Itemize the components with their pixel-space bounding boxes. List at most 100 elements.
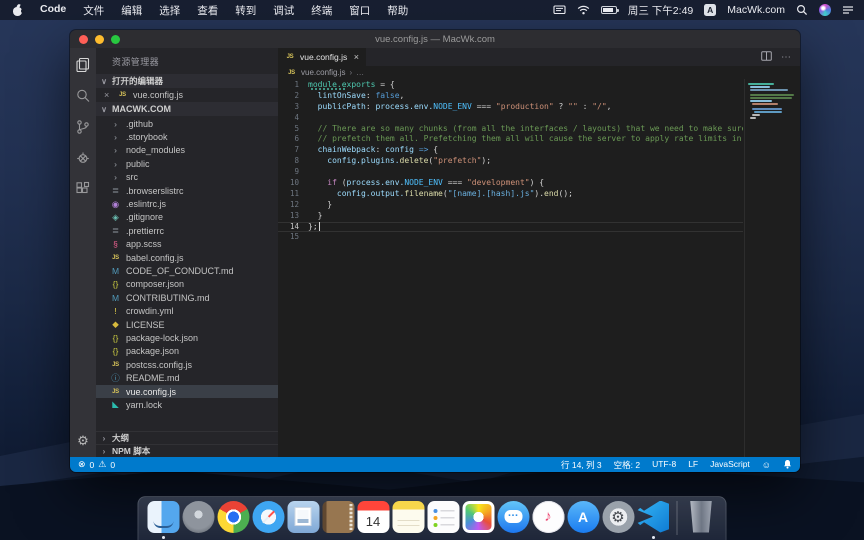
dock-photos-icon[interactable] [462, 501, 495, 536]
file-item-public[interactable]: ›public [96, 157, 278, 170]
apple-menu-icon[interactable] [12, 4, 23, 17]
close-window-button[interactable] [79, 35, 88, 44]
file-item-babel.config.js[interactable]: JSbabel.config.js [96, 251, 278, 264]
settings-gear-icon[interactable]: ⚙ [70, 433, 96, 449]
dock-system-preferences-icon[interactable]: ⚙ [602, 501, 635, 536]
feedback-smiley-icon[interactable]: ☺ [762, 460, 771, 470]
more-actions-icon[interactable]: ⋯ [781, 52, 792, 63]
search-icon[interactable] [74, 87, 92, 105]
explorer-icon[interactable] [74, 56, 92, 74]
tab-vue-config-js[interactable]: JS vue.config.js × [278, 48, 366, 66]
status-item[interactable]: 空格: 2 [614, 459, 640, 471]
code-line-5: 5 // There are so many chunks (from all … [278, 124, 743, 135]
file-item-package-lock.json[interactable]: {}package-lock.json [96, 331, 278, 344]
minimap[interactable] [744, 79, 800, 457]
dock-reminders-icon[interactable] [427, 501, 460, 536]
menu-item-查看[interactable]: 查看 [197, 3, 218, 18]
dock-trash-icon[interactable] [685, 501, 718, 536]
menu-bar: Code 文件 编辑 选择 查看 转到 调试 终端 窗口 帮助 周三 下午2:49 A MacWk… [0, 0, 864, 20]
dock-mail-icon[interactable] [287, 501, 320, 536]
extensions-icon[interactable] [74, 180, 92, 198]
status-item[interactable]: 行 14, 列 3 [561, 459, 602, 471]
file-item-crowdin.yml[interactable]: !crowdin.yml [96, 304, 278, 317]
dock-appstore-icon[interactable]: A [567, 501, 600, 536]
yml-file-icon: ! [110, 306, 121, 316]
status-item[interactable]: UTF-8 [652, 459, 676, 471]
open-editors-header[interactable]: ∨ 打开的编辑器 [96, 74, 278, 88]
file-item-composer.json[interactable]: {}composer.json [96, 278, 278, 291]
notification-center-icon[interactable] [842, 5, 854, 15]
close-tab-icon[interactable]: × [354, 52, 359, 62]
menu-brand[interactable]: MacWk.com [727, 4, 785, 16]
battery-icon[interactable] [601, 6, 617, 14]
file-item-.storybook[interactable]: ›.storybook [96, 130, 278, 143]
file-item-vue.config.js[interactable]: JSvue.config.js [96, 385, 278, 398]
file-item-.gitignore[interactable]: ◈.gitignore [96, 211, 278, 224]
file-item-node_modules[interactable]: ›node_modules [96, 144, 278, 157]
menu-item-窗口[interactable]: 窗口 [349, 3, 370, 18]
input-method-icon[interactable]: A [704, 4, 716, 16]
code-editor[interactable]: 1module.exports = {2 lintOnSave: false,3… [278, 79, 800, 457]
menu-clock[interactable]: 周三 下午2:49 [628, 3, 693, 18]
chevron-right-icon: › [110, 132, 121, 142]
npm-scripts-section-header[interactable]: › NPM 脚本 [96, 444, 278, 457]
dock-messages-icon[interactable]: … [497, 501, 530, 536]
siri-icon[interactable] [819, 4, 831, 16]
search-icon[interactable] [796, 4, 808, 16]
dock-notes-icon[interactable] [392, 501, 425, 536]
dock-safari-icon[interactable] [252, 501, 285, 536]
window-titlebar[interactable]: vue.config.js — MacWk.com [70, 30, 800, 48]
file-item-.eslintrc.js[interactable]: ◉.eslintrc.js [96, 197, 278, 210]
project-root-header[interactable]: ∨ MACWK.COM [96, 102, 278, 116]
appstore-glyph: A [578, 509, 588, 525]
file-item-src[interactable]: ›src [96, 171, 278, 184]
problems-indicator[interactable]: ⊗ 0 ⚠ 0 [78, 459, 115, 470]
file-item-yarn.lock[interactable]: ◣yarn.lock [96, 398, 278, 411]
outline-section-header[interactable]: › 大纲 [96, 431, 278, 444]
close-icon[interactable]: × [104, 90, 112, 100]
split-editor-icon[interactable] [761, 48, 772, 66]
dock-calendar-icon[interactable]: 14 [357, 501, 390, 536]
license-file-icon: ◆ [110, 319, 121, 330]
dock-itunes-icon[interactable]: ♪ [532, 501, 565, 536]
menu-item-转到[interactable]: 转到 [235, 3, 256, 18]
dock-contacts-icon[interactable] [322, 501, 355, 536]
dock-chrome-icon[interactable] [217, 501, 250, 536]
file-item-README.md[interactable]: ⓘREADME.md [96, 371, 278, 384]
code-text: publicPath: process.env.NODE_ENV === "pr… [308, 102, 612, 113]
breadcrumb[interactable]: JS vue.config.js › … [278, 66, 800, 79]
debug-icon[interactable] [74, 149, 92, 167]
source-control-icon[interactable] [74, 118, 92, 136]
file-item-CONTRIBUTING.md[interactable]: MCONTRIBUTING.md [96, 291, 278, 304]
menu-item-Code[interactable]: Code [40, 3, 66, 18]
dock-launchpad-icon[interactable] [182, 501, 215, 536]
open-editor-item[interactable]: × JS vue.config.js [96, 88, 278, 102]
file-item-app.scss[interactable]: §app.scss [96, 238, 278, 251]
code-line-15: 15 [278, 232, 743, 243]
zoom-window-button[interactable] [111, 35, 120, 44]
bell-icon[interactable] [783, 459, 792, 471]
line-number: 4 [278, 113, 308, 124]
minimize-window-button[interactable] [95, 35, 104, 44]
status-item[interactable]: JavaScript [710, 459, 750, 471]
file-item-.github[interactable]: ›.github [96, 117, 278, 130]
line-number: 11 [278, 189, 308, 200]
notification-display-icon[interactable] [553, 5, 566, 16]
status-item[interactable]: LF [688, 459, 698, 471]
file-item-CODE_OF_CONDUCT.md[interactable]: MCODE_OF_CONDUCT.md [96, 264, 278, 277]
menu-item-文件[interactable]: 文件 [83, 3, 104, 18]
menu-item-选择[interactable]: 选择 [159, 3, 180, 18]
menu-item-调试[interactable]: 调试 [273, 3, 294, 18]
menu-item-终端[interactable]: 终端 [311, 3, 332, 18]
code-line-8: 8 config.plugins.delete("prefetch"); [278, 156, 743, 167]
file-item-.browserslistrc[interactable]: ≣.browserslistrc [96, 184, 278, 197]
wifi-icon[interactable] [577, 5, 590, 15]
menu-item-编辑[interactable]: 编辑 [121, 3, 142, 18]
file-item-.prettierrc[interactable]: ≣.prettierrc [96, 224, 278, 237]
file-item-package.json[interactable]: {}package.json [96, 345, 278, 358]
dock-finder-icon[interactable] [147, 501, 180, 536]
menu-item-帮助[interactable]: 帮助 [387, 3, 408, 18]
file-item-LICENSE[interactable]: ◆LICENSE [96, 318, 278, 331]
dock-vscode-icon[interactable] [637, 501, 670, 536]
file-item-postcss.config.js[interactable]: JSpostcss.config.js [96, 358, 278, 371]
